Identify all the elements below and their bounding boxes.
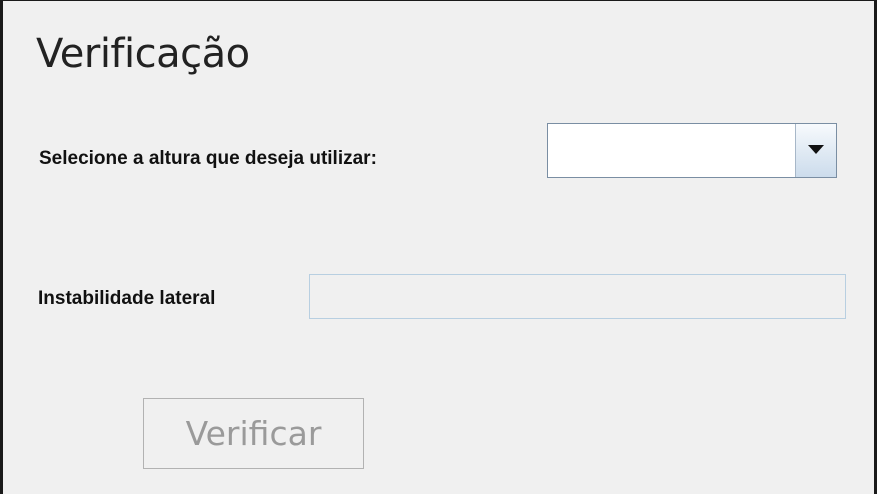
page-title: Verificação xyxy=(36,31,250,77)
verify-button[interactable]: Verificar xyxy=(143,398,364,469)
instabilidade-label: Instabilidade lateral xyxy=(38,288,216,309)
altura-dropdown[interactable] xyxy=(547,123,837,178)
verification-window: Verificação Selecione a altura que desej… xyxy=(0,0,877,494)
altura-dropdown-button[interactable] xyxy=(795,124,836,177)
instabilidade-field[interactable] xyxy=(309,274,846,319)
altura-label: Selecione a altura que deseja utilizar: xyxy=(39,148,377,169)
chevron-down-icon xyxy=(808,145,824,154)
